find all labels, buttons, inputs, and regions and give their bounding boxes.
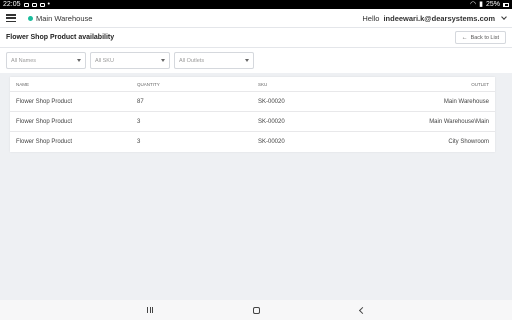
column-header-outlet[interactable]: OUTLET [372,82,495,87]
cell-name: Flower Shop Product [16,118,73,125]
android-status-bar: 22:05 • ◠ ▮ 25% [0,0,512,9]
table-header: NAME QUANTITY SKU OUTLET [10,77,495,92]
cell-outlet: Main Warehouse [443,98,489,105]
signal-icon: ▮ [479,1,483,8]
cell-name: Flower Shop Product [16,139,73,145]
dot-icon: • [47,1,50,8]
cell-sku: SK-00020 [258,139,285,145]
names-filter-placeholder: All Names [11,57,37,64]
battery-icon [503,2,509,7]
table-row[interactable]: Flower Shop Product 3 SK-00020 City Show… [10,132,495,152]
home-icon[interactable] [253,306,260,314]
user-email: indeewari.k@dearsystems.com [383,13,495,23]
names-filter[interactable]: All Names [6,52,86,69]
back-icon[interactable] [358,306,367,314]
table-row[interactable]: Flower Shop Product 87 SK-00020 Main War… [10,92,495,112]
cell-outlet: Main Warehouse\Main [429,118,489,125]
image-icon [23,2,29,7]
page-title: Flower Shop Product availability [6,34,115,41]
caret-down-icon [77,59,81,62]
cell-name: Flower Shop Product [16,98,73,105]
table-row[interactable]: Flower Shop Product 3 SK-00020 Main Ware… [10,112,495,132]
app-topbar: Main Warehouse Hello indeewari.k@dearsys… [0,9,512,28]
warehouse-name[interactable]: Main Warehouse [36,14,92,23]
image-icon [31,2,37,7]
caret-down-icon [161,59,165,62]
outlets-filter-placeholder: All Outlets [179,57,205,64]
caret-down-icon [245,59,249,62]
cell-quantity: 3 [137,118,141,125]
outlets-filter[interactable]: All Outlets [174,52,254,69]
greeting-text: Hello [362,13,380,23]
menu-icon[interactable] [6,14,16,22]
wifi-icon: ◠ [470,1,477,8]
sku-filter-placeholder: All SKU [95,57,114,64]
filter-bar: All Names All SKU All Outlets [0,48,512,73]
chevron-down-icon[interactable] [501,14,507,20]
page-header: Flower Shop Product availability ← Back … [0,28,512,48]
status-time: 22:05 [3,1,21,8]
cell-outlet: City Showroom [448,139,489,145]
cell-quantity: 3 [137,139,141,145]
cell-sku: SK-00020 [258,118,285,125]
arrow-left-icon: ← [461,34,468,41]
column-header-quantity[interactable]: QUANTITY [131,82,252,87]
back-to-list-label: Back to List [470,34,499,41]
user-menu[interactable]: Hello indeewari.k@dearsystems.com [362,13,507,23]
warehouse-status-dot [28,15,33,21]
sku-filter[interactable]: All SKU [90,52,170,69]
mail-icon [39,2,45,7]
recents-icon[interactable] [147,307,153,313]
cell-sku: SK-00020 [258,98,285,105]
battery-percent: 25% [485,1,500,8]
availability-table: NAME QUANTITY SKU OUTLET Flower Shop Pro… [10,77,495,152]
column-header-sku[interactable]: SKU [252,82,372,87]
back-to-list-button[interactable]: ← Back to List [454,31,506,44]
column-header-name[interactable]: NAME [10,82,131,87]
cell-quantity: 87 [137,98,144,105]
android-nav-bar [0,300,512,320]
